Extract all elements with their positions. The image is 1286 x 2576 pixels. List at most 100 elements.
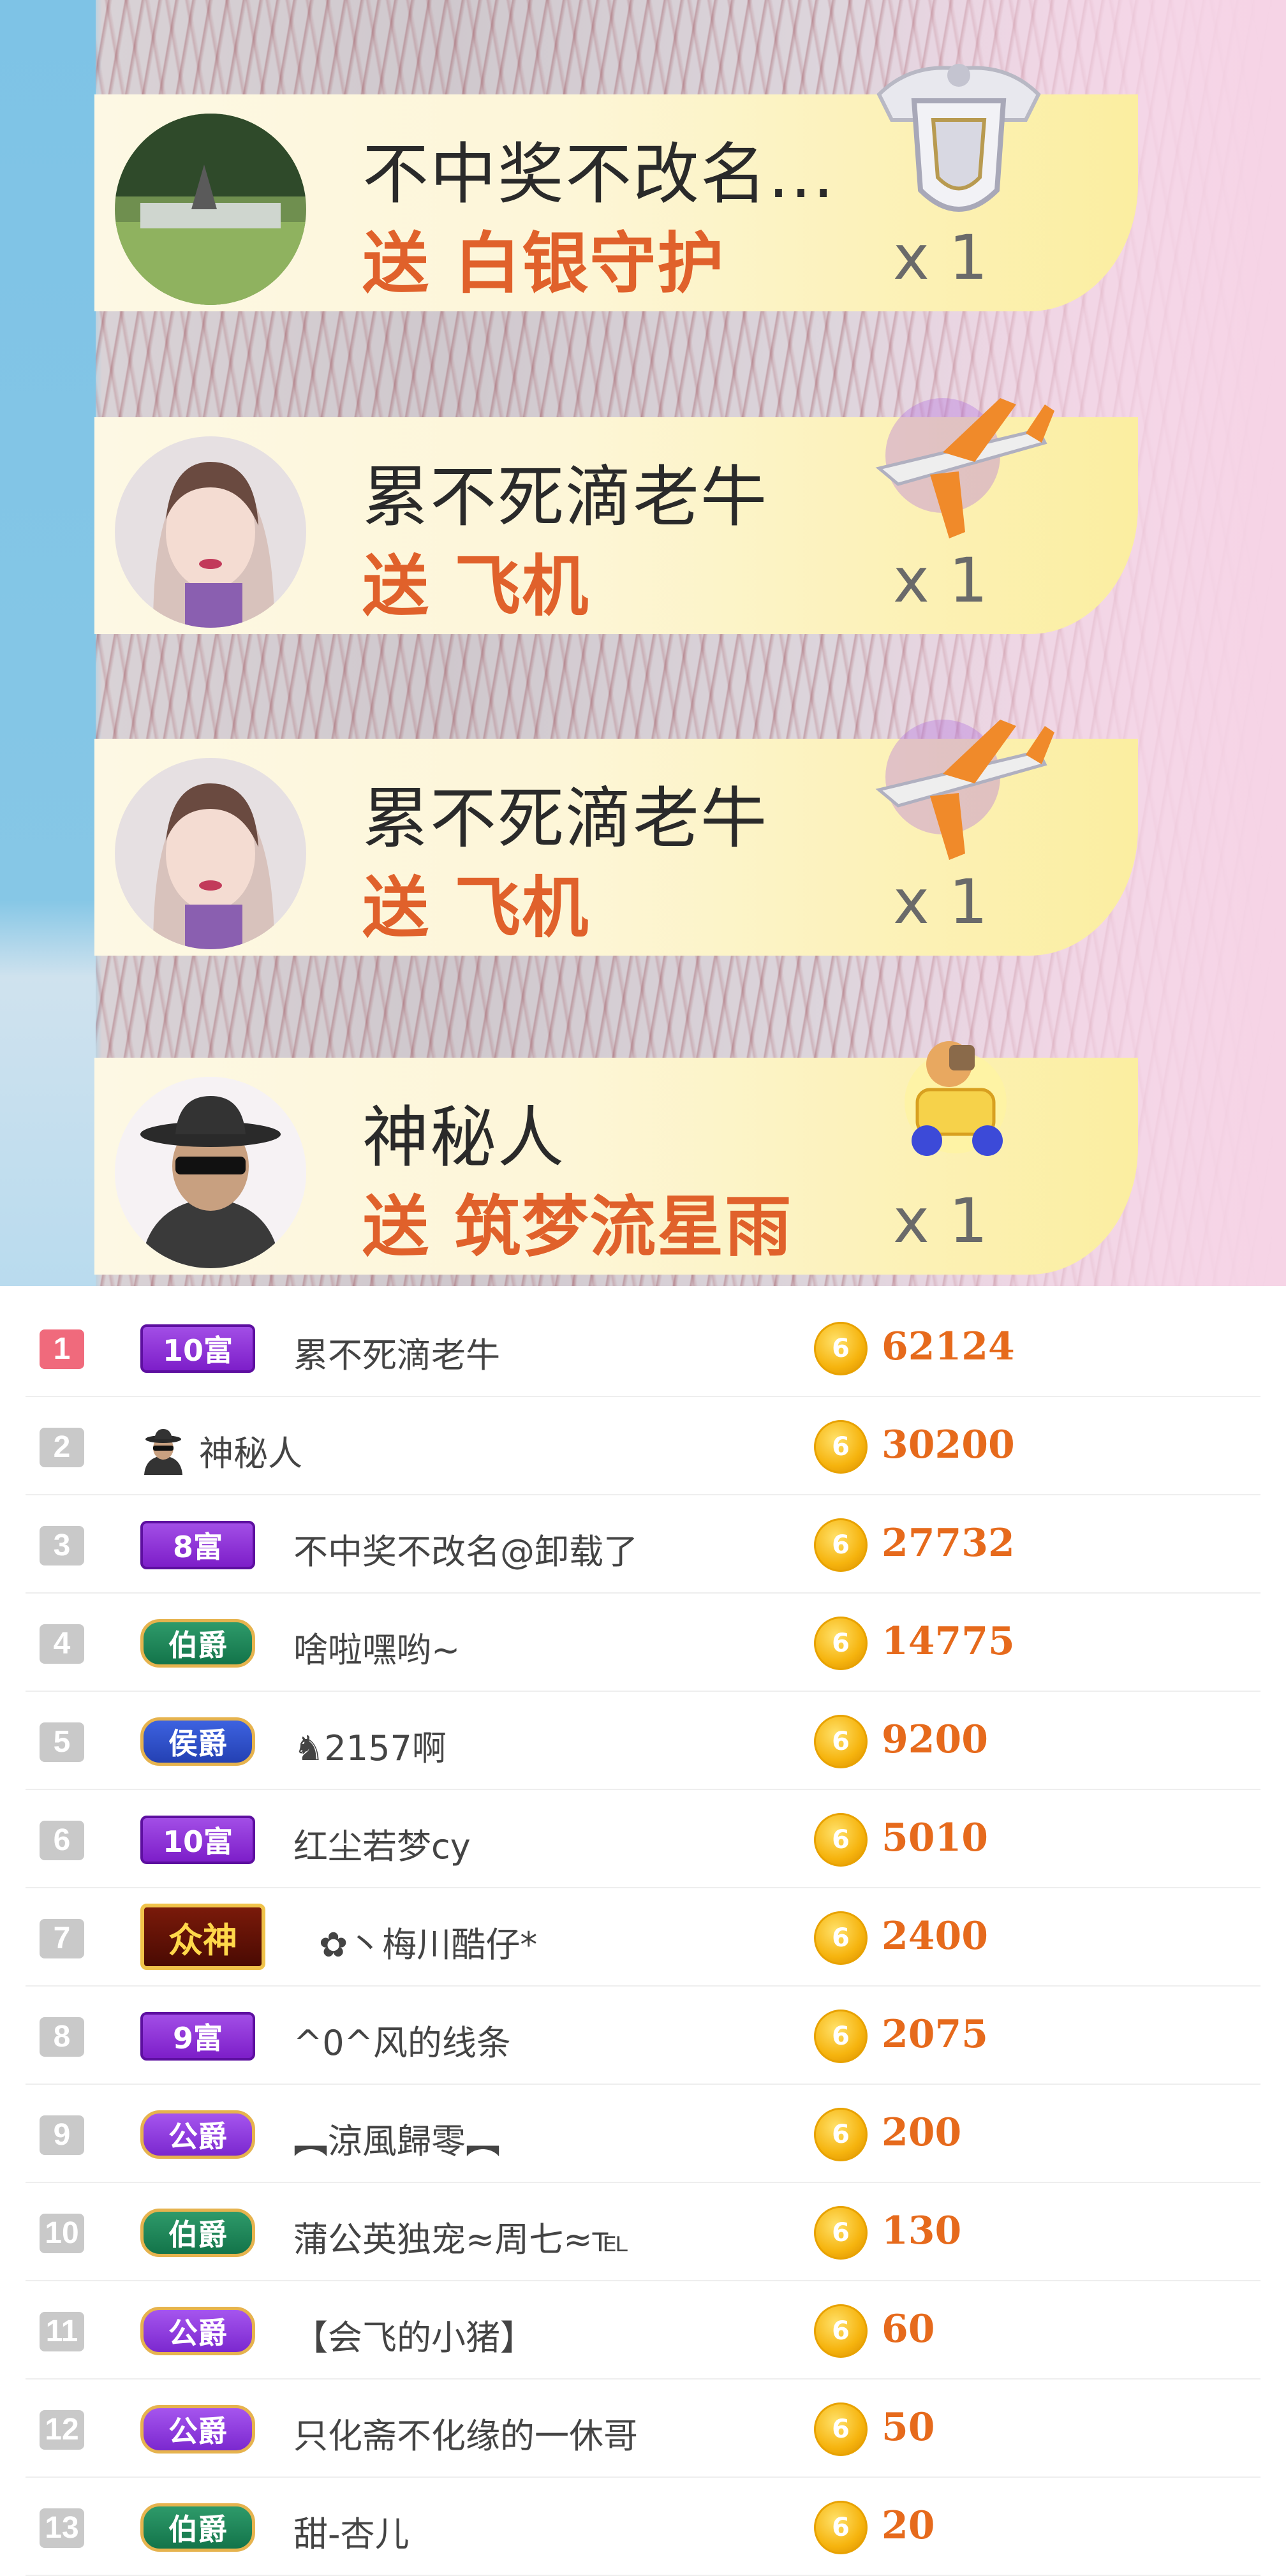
rank-number: 3: [40, 1526, 84, 1566]
rank-number: 2: [40, 1428, 84, 1467]
rank-badge: 众神: [140, 1904, 265, 1970]
coin-icon: 6: [814, 2206, 868, 2260]
contribution-score: 130: [882, 2209, 962, 2253]
contribution-score: 60: [882, 2307, 935, 2351]
coin-icon: 6: [814, 1715, 868, 1768]
gift-notification: 累不死滴老牛 送 飞机 x 1: [94, 720, 1138, 956]
user-name[interactable]: ♞2157啊: [293, 1720, 447, 1770]
gift-stream: 不中奖不改名... 送 白银守护 x 1 累不死滴老牛 送 飞机 x 1 累不死…: [0, 0, 1286, 1286]
gift-sender-name: 不中奖不改名...: [362, 135, 836, 213]
rank-number: 6: [40, 1821, 84, 1860]
avatar[interactable]: [115, 1077, 306, 1268]
user-name[interactable]: 蒲公英独宠≈周七≈℡: [293, 2211, 630, 2261]
coin-icon: 6: [814, 2010, 868, 2063]
gift-notification: 神秘人 送 筑梦流星雨 x 1: [94, 1041, 1138, 1275]
user-name[interactable]: 累不死滴老牛: [293, 1327, 500, 1377]
ranking-row[interactable]: 3 8富 不中奖不改名@卸载了 6 27732: [26, 1495, 1260, 1594]
ranking-row[interactable]: 6 10富 红尘若梦cy 6 5010: [26, 1790, 1260, 1888]
gift-action: 送 白银守护: [362, 225, 725, 302]
user-name[interactable]: 啥啦嘿哟~: [293, 1622, 460, 1672]
coin-icon: 6: [814, 1911, 868, 1965]
ranking-row[interactable]: 2 神秘人 6 30200: [26, 1397, 1260, 1495]
rank-number: 1: [40, 1329, 84, 1369]
rank-badge: 9富: [140, 2012, 255, 2061]
coin-icon: 6: [814, 1322, 868, 1375]
avatar[interactable]: [115, 758, 306, 949]
coin-icon: 6: [814, 1813, 868, 1867]
rank-number: 8: [40, 2017, 84, 2057]
rank-badge: 伯爵: [140, 2503, 255, 2552]
gift-action: 送 飞机: [362, 869, 590, 947]
stream-background-left: [0, 0, 96, 1286]
coin-icon: 6: [814, 1420, 868, 1474]
rank-number: 12: [40, 2410, 84, 2450]
rank-badge: 10富: [140, 1324, 255, 1373]
rank-number: 11: [40, 2312, 84, 2351]
user-name[interactable]: 不中奖不改名@卸载了: [293, 1523, 638, 1574]
ranking-row[interactable]: 5 侯爵 ♞2157啊 6 9200: [26, 1692, 1260, 1790]
gift-action: 送 筑梦流星雨: [362, 1188, 793, 1266]
user-name[interactable]: 【会飞的小猪】: [293, 2309, 535, 2360]
contribution-score: 50: [882, 2405, 935, 2450]
ranking-list: 1 10富 累不死滴老牛 6 62124 2 神秘人 6 30200 3 8富 不中奖不改名@卸载了 6…: [0, 1286, 1286, 2576]
coin-icon: 6: [814, 2501, 868, 2554]
contribution-score: 62124: [882, 1324, 1015, 1369]
user-name[interactable]: ✿丶梅川酷仔*: [319, 1916, 537, 1967]
user-name[interactable]: ^0^风的线条: [293, 2015, 511, 2065]
contribution-score: 200: [882, 2110, 962, 2155]
mystery-man-icon: [138, 1424, 189, 1475]
rank-badge: 公爵: [140, 2110, 255, 2159]
user-name[interactable]: ︻涼風歸零︻: [293, 2113, 500, 2163]
ranking-row[interactable]: 12 公爵 只化斋不化缘的一休哥 6 50: [26, 2380, 1260, 2478]
rank-badge: 公爵: [140, 2405, 255, 2454]
ranking-row[interactable]: 13 伯爵 甜-杏儿 6 20: [26, 2478, 1260, 2576]
avatar[interactable]: [115, 114, 306, 305]
ranking-row[interactable]: 11 公爵 【会飞的小猪】 6 60: [26, 2281, 1260, 2380]
coin-icon: 6: [814, 2304, 868, 2358]
silver-guard-shield-icon: [854, 50, 1064, 241]
ranking-row[interactable]: 8 9富 ^0^风的线条 6 2075: [26, 1987, 1260, 2085]
avatar[interactable]: [115, 436, 306, 628]
rank-number: 10: [40, 2214, 84, 2253]
rank-badge: 公爵: [140, 2307, 255, 2355]
rank-number: 5: [40, 1722, 84, 1762]
gift-notification: 累不死滴老牛 送 飞机 x 1: [94, 398, 1138, 634]
contribution-score: 20: [882, 2503, 935, 2548]
contribution-score: 30200: [882, 1423, 1015, 1467]
ranking-row[interactable]: 7 众神 ✿丶梅川酷仔* 6 2400: [26, 1888, 1260, 1987]
rank-badge: 8富: [140, 1521, 255, 1569]
ranking-row[interactable]: 10 伯爵 蒲公英独宠≈周七≈℡ 6 130: [26, 2183, 1260, 2281]
airplane-icon: [854, 373, 1064, 564]
airplane-icon: [854, 694, 1064, 885]
meteor-car-icon: [854, 1013, 1064, 1204]
rank-badge: 10富: [140, 1816, 255, 1864]
contribution-score: 27732: [882, 1521, 1015, 1566]
gift-sender-name: 累不死滴老牛: [362, 458, 769, 536]
coin-icon: 6: [814, 2402, 868, 2456]
rank-number: 9: [40, 2115, 84, 2155]
rank-number: 13: [40, 2508, 84, 2548]
ranking-row[interactable]: 9 公爵 ︻涼風歸零︻ 6 200: [26, 2085, 1260, 2183]
rank-badge: 侯爵: [140, 1717, 255, 1766]
rank-number: 7: [40, 1919, 84, 1958]
contribution-score: 5010: [882, 1816, 988, 1860]
user-name[interactable]: 红尘若梦cy: [293, 1818, 471, 1869]
coin-icon: 6: [814, 1518, 868, 1572]
contribution-score: 14775: [882, 1619, 1015, 1664]
user-name[interactable]: 甜-杏儿: [293, 2506, 410, 2556]
coin-icon: 6: [814, 2108, 868, 2161]
contribution-score: 9200: [882, 1717, 988, 1762]
ranking-row[interactable]: 4 伯爵 啥啦嘿哟~ 6 14775: [26, 1594, 1260, 1692]
rank-badge: 伯爵: [140, 1619, 255, 1668]
gift-sender-name: 累不死滴老牛: [362, 780, 769, 857]
coin-icon: 6: [814, 1617, 868, 1670]
gift-sender-name: 神秘人: [362, 1099, 566, 1176]
rank-number: 4: [40, 1624, 84, 1664]
user-name[interactable]: 神秘人: [199, 1425, 302, 1476]
contribution-score: 2075: [882, 2012, 988, 2057]
gift-notification: 不中奖不改名... 送 白银守护 x 1: [94, 64, 1138, 311]
rank-badge: 伯爵: [140, 2209, 255, 2257]
user-name[interactable]: 只化斋不化缘的一休哥: [293, 2408, 638, 2458]
contribution-score: 2400: [882, 1914, 988, 1958]
ranking-row[interactable]: 1 10富 累不死滴老牛 6 62124: [26, 1299, 1260, 1397]
